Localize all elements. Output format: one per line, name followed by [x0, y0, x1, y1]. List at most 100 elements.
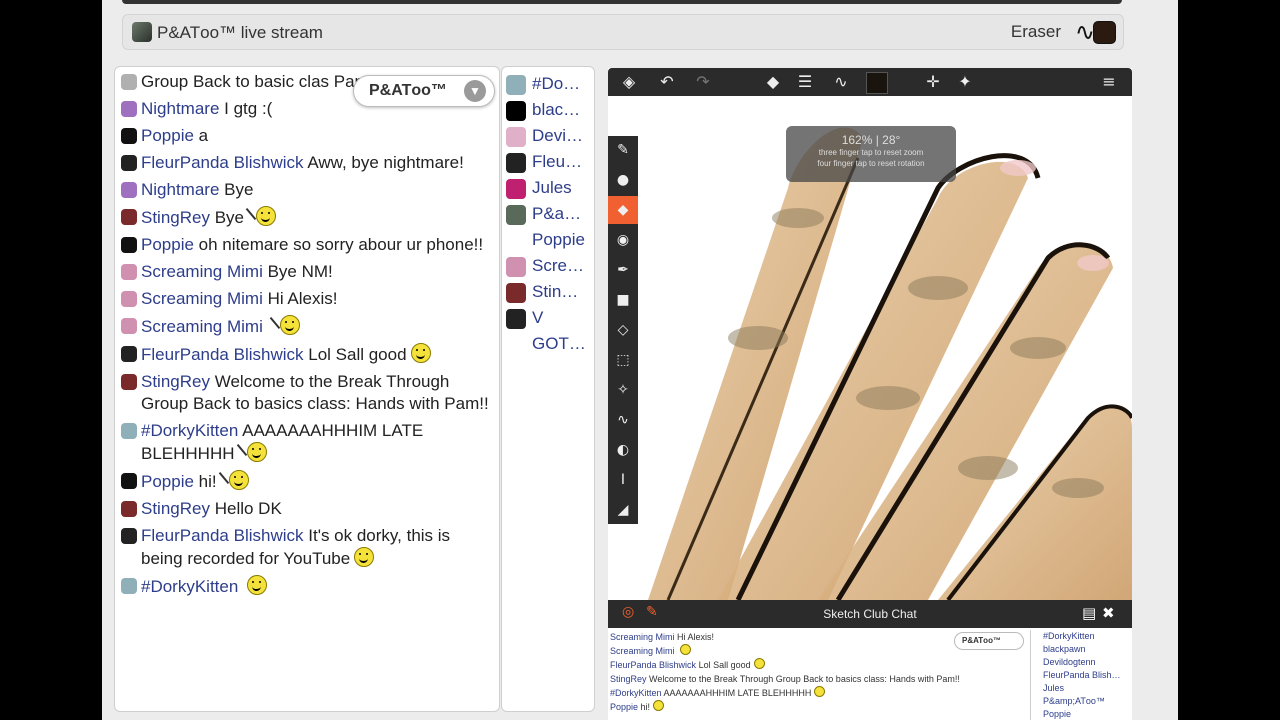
layout-icon[interactable]: ▤	[1082, 604, 1096, 622]
chat-username[interactable]: Poppie	[141, 472, 194, 491]
avatar[interactable]	[121, 237, 137, 253]
sketch-chat-user[interactable]: P&amp;ATоo™	[1043, 695, 1132, 708]
chat-message: StingRey Hello DK	[119, 498, 491, 520]
chat-username[interactable]: Screaming Mimi	[141, 262, 263, 281]
user-list-item[interactable]: Scre…	[506, 255, 594, 279]
chat-username[interactable]: StingRey	[141, 372, 210, 391]
move-icon[interactable]: ✛	[922, 71, 944, 93]
user-name: Fleu…	[532, 152, 583, 171]
avatar[interactable]	[121, 578, 137, 594]
user-list-item[interactable]: P&a…	[506, 203, 594, 227]
select-icon[interactable]: ⬚	[608, 346, 638, 374]
avatar[interactable]	[121, 346, 137, 362]
layers-icon[interactable]: ◈	[618, 71, 640, 93]
chat-username[interactable]: Nightmare	[141, 99, 219, 118]
undo-icon[interactable]: ↶	[656, 71, 678, 93]
sliders-icon[interactable]: ☰	[794, 71, 816, 93]
magic-wand-icon[interactable]: ✦	[954, 71, 976, 93]
chat-username[interactable]: FleurPanda Blishwick	[141, 345, 304, 364]
pen-icon[interactable]: ✒	[608, 256, 638, 284]
sketch-canvas-window[interactable]: ◈ ↶ ↷ ◆ ☰ ∿ ✛ ✦ ≡ ✎ ● ◆ ◉ ✒ ■ ◇ ⬚ ✧ ∿ ◐ …	[608, 68, 1132, 720]
sketch-chat-username[interactable]: StingRey	[610, 674, 647, 684]
live-chat-panel[interactable]: Group Back to basic clas Pam!! Nightmare …	[114, 66, 500, 712]
fill-icon[interactable]: ◉	[608, 226, 638, 254]
user-list-item[interactable]: Devi…	[506, 125, 594, 149]
avatar	[506, 179, 526, 199]
avatar[interactable]	[121, 473, 137, 489]
menu-icon[interactable]: ≡	[1098, 71, 1120, 93]
sketch-chat-message: Poppie hi!	[610, 700, 1030, 714]
sketch-chat-user[interactable]: #DorkyKitten	[1043, 630, 1132, 643]
stroke-icon[interactable]: ∿	[608, 406, 638, 434]
brush-stroke-icon[interactable]: ∿	[830, 71, 852, 93]
sketch-chat-user[interactable]: FleurPanda Blish…	[1043, 669, 1132, 682]
transform-icon[interactable]: ◇	[608, 316, 638, 344]
eraser-tool-icon[interactable]: ◆	[608, 196, 638, 224]
shapes-icon[interactable]: ■	[608, 286, 638, 314]
ruler-icon[interactable]: ◢	[608, 496, 638, 524]
avatar[interactable]	[121, 155, 137, 171]
chat-username[interactable]: #DorkyKitten	[141, 577, 238, 596]
sketch-chat-username[interactable]: FleurPanda Blishwick	[610, 660, 696, 670]
close-icon[interactable]: ✖	[1102, 604, 1115, 622]
sketch-chat-user-list[interactable]: #DorkyKitten blackpawn Devildogtenn FleurPa…	[1030, 630, 1132, 720]
chat-username[interactable]: #DorkyKitten	[141, 421, 238, 440]
sketch-chat-username[interactable]: Screaming Mimi	[610, 646, 675, 656]
redo-icon[interactable]: ↷	[692, 71, 714, 93]
chevron-down-icon[interactable]: ▼	[464, 80, 486, 102]
chat-username[interactable]: Nightmare	[141, 180, 219, 199]
sketch-chat-username[interactable]: Screaming Mimi	[610, 632, 675, 642]
chat-filter-pill[interactable]: P&ATоo™ ▼	[353, 75, 495, 107]
chat-message: Screaming Mimi	[119, 315, 491, 338]
avatar[interactable]	[121, 74, 137, 90]
avatar[interactable]	[121, 209, 137, 225]
chat-username[interactable]: Screaming Mimi	[141, 289, 263, 308]
chat-username[interactable]: FleurPanda Blishwick	[141, 526, 304, 545]
sketch-chat-filter-pill[interactable]: P&ATоo™	[954, 632, 1024, 650]
sketch-chat-user[interactable]: Devildogtenn	[1043, 656, 1132, 669]
user-list-item[interactable]: blac…	[506, 99, 594, 123]
user-list-item[interactable]: Fleu…	[506, 151, 594, 175]
user-list-item[interactable]: V	[506, 307, 594, 331]
sketch-chat-user[interactable]: blackpawn	[1043, 643, 1132, 656]
avatar[interactable]	[121, 374, 137, 390]
user-list-item[interactable]: GOT…	[506, 333, 594, 357]
chat-username[interactable]: StingRey	[141, 499, 210, 518]
avatar	[506, 75, 526, 95]
chat-username[interactable]: Poppie	[141, 235, 194, 254]
color-swatch[interactable]	[1093, 21, 1116, 44]
smudge-icon[interactable]: ✧	[608, 376, 638, 404]
user-list-item[interactable]: #Do…	[506, 73, 594, 97]
sketch-chat-user[interactable]: Jules	[1043, 682, 1132, 695]
zoom-hint: three finger tap to reset zoom	[818, 148, 924, 157]
sketch-club-chat[interactable]: ◎ ✎ Sketch Club Chat ▤ ✖ Screaming Mimi …	[608, 600, 1132, 720]
blend-icon[interactable]: ◐	[608, 436, 638, 464]
user-list-item[interactable]: Poppie	[506, 229, 594, 253]
avatar[interactable]	[121, 182, 137, 198]
avatar[interactable]	[121, 318, 137, 334]
chat-username[interactable]: FleurPanda Blishwick	[141, 153, 304, 172]
sketch-chat-username[interactable]: #DorkyKitten	[610, 688, 662, 698]
avatar[interactable]	[121, 528, 137, 544]
user-list-item[interactable]: Jules	[506, 177, 594, 201]
drop-icon[interactable]: ●	[608, 166, 638, 194]
user-list-panel[interactable]: #Do… blac… Devi… Fleu… Jules P&a… Poppie Scre… S…	[501, 66, 595, 712]
chat-username[interactable]: Screaming Mimi	[141, 317, 263, 336]
eraser-icon[interactable]: ◆	[762, 71, 784, 93]
color-chip[interactable]	[866, 72, 888, 94]
avatar	[506, 153, 526, 173]
avatar[interactable]	[121, 101, 137, 117]
smiley-icon	[753, 658, 765, 669]
avatar[interactable]	[121, 291, 137, 307]
avatar[interactable]	[121, 128, 137, 144]
avatar[interactable]	[121, 423, 137, 439]
user-list-item[interactable]: Stin…	[506, 281, 594, 305]
sketch-chat-user[interactable]: Poppie	[1043, 708, 1132, 720]
text-icon[interactable]: I	[608, 466, 638, 494]
chat-username[interactable]: StingRey	[141, 208, 210, 227]
avatar[interactable]	[121, 264, 137, 280]
chat-username[interactable]: Poppie	[141, 126, 194, 145]
avatar[interactable]	[121, 501, 137, 517]
sketch-chat-username[interactable]: Poppie	[610, 702, 638, 712]
brush-icon[interactable]: ✎	[608, 136, 638, 164]
